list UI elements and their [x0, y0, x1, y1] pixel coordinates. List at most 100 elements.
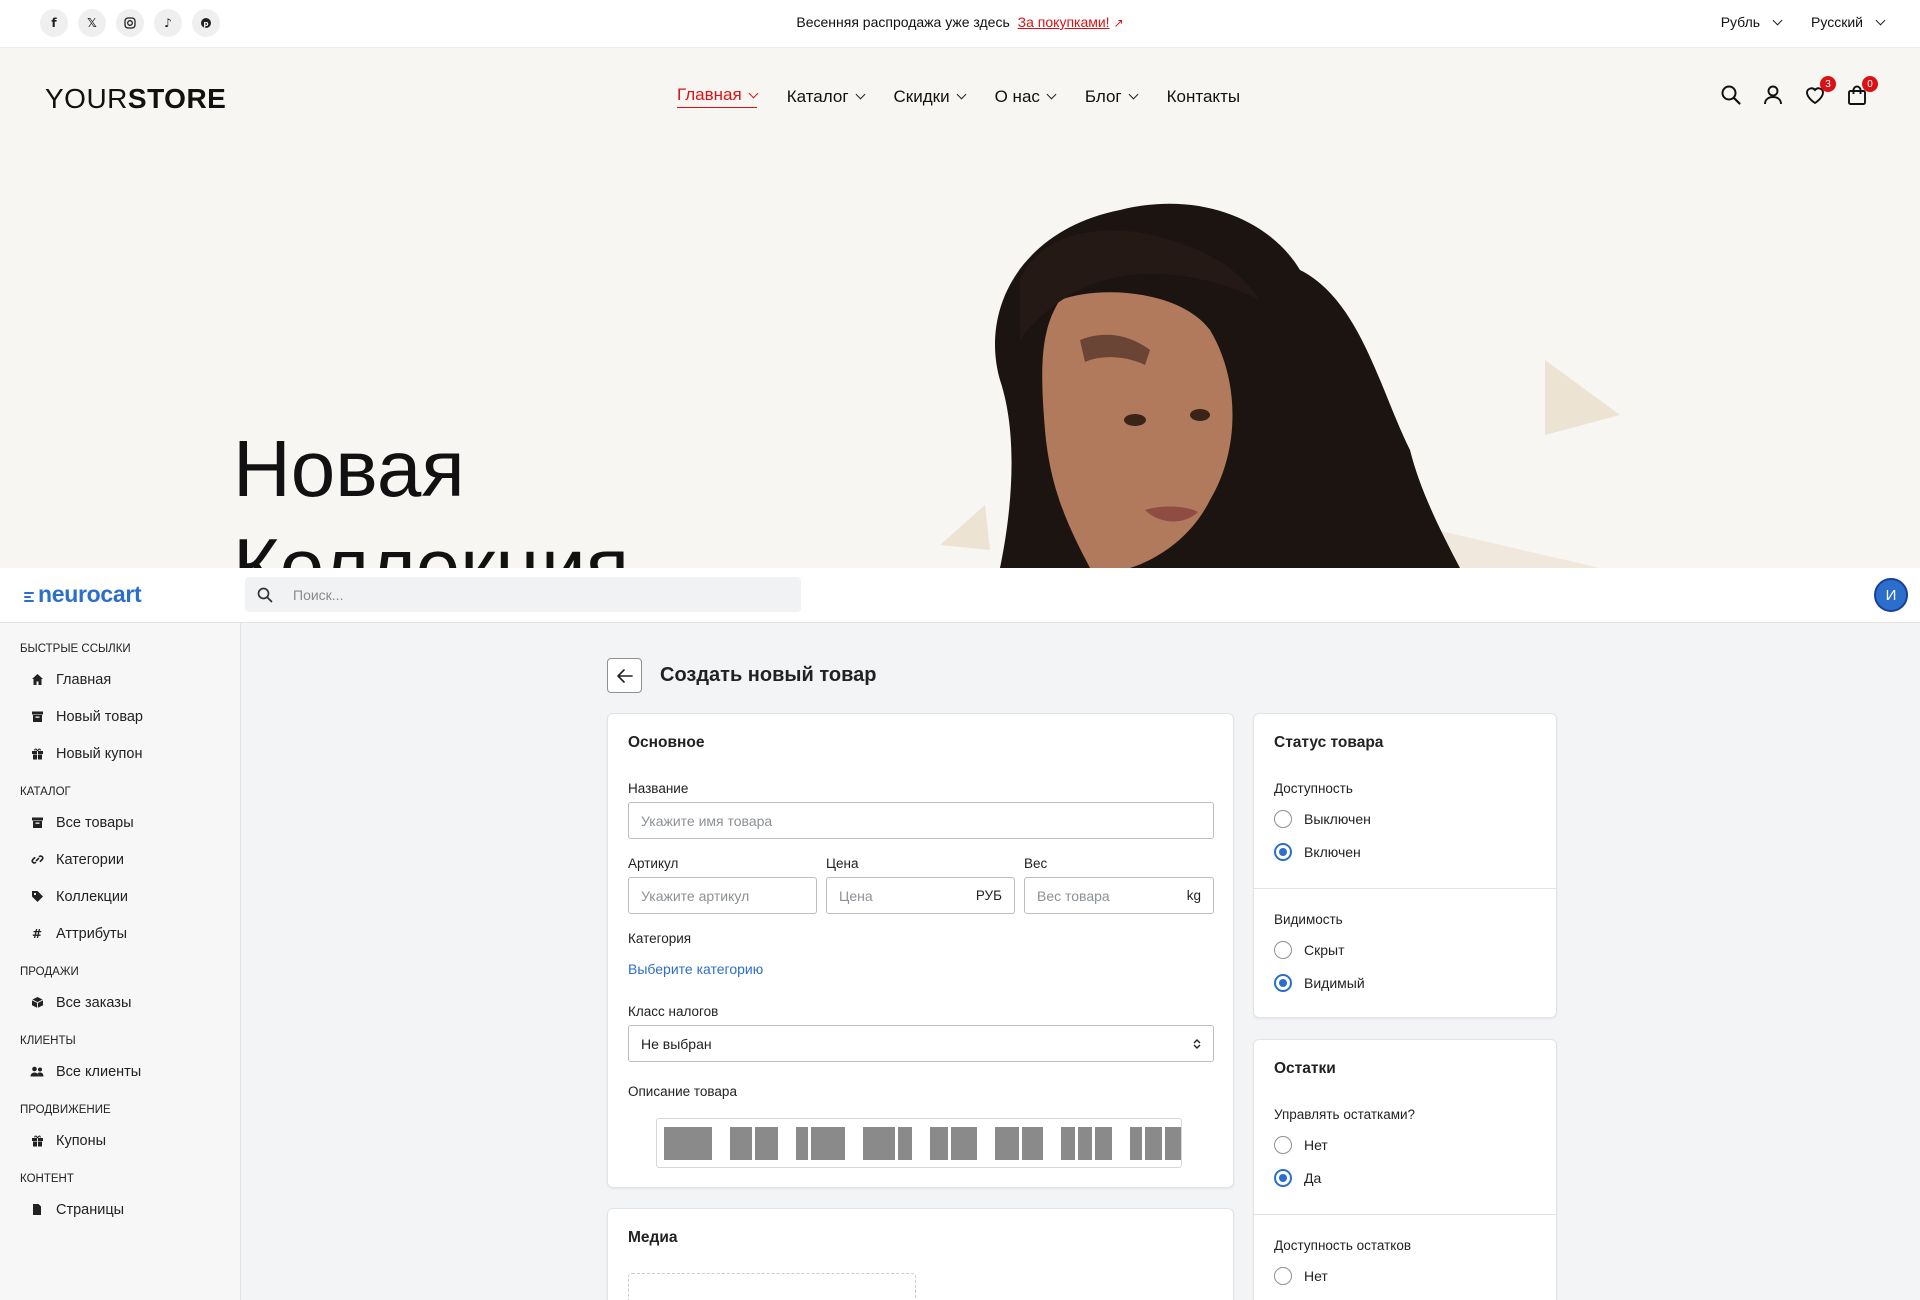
name-field — [628, 802, 1214, 839]
visibility-option-hidden[interactable]: Скрыт — [1274, 941, 1345, 959]
media-dropzone[interactable] — [628, 1273, 916, 1300]
price-input[interactable] — [839, 887, 970, 904]
hero-line-1: Новая — [233, 424, 465, 513]
radio-button — [1274, 810, 1292, 828]
sidebar-item-all-orders[interactable]: Все заказы — [0, 984, 240, 1021]
sidebar-item-all-customers[interactable]: Все клиенты — [0, 1053, 240, 1090]
stock-availability-option-no[interactable]: Нет — [1274, 1267, 1328, 1285]
select-category-link[interactable]: Выберите категорию — [628, 961, 763, 977]
general-card: Основное Название Артикул Цена РУБ Вес k… — [607, 713, 1234, 1188]
gift-icon — [30, 1134, 44, 1148]
nav-label: Контакты — [1166, 86, 1241, 106]
chevron-down-icon — [1875, 15, 1886, 25]
store-logo[interactable]: YOURSTORE — [45, 83, 226, 115]
manage-stock-option-no[interactable]: Нет — [1274, 1136, 1328, 1154]
wishlist-heart-icon[interactable]: 3 — [1804, 76, 1836, 106]
currency-select[interactable]: Рубль — [1721, 14, 1783, 30]
sidebar-item-collections[interactable]: Коллекции — [0, 878, 240, 915]
search-input[interactable] — [285, 586, 765, 603]
radio-button-checked — [1274, 1169, 1292, 1187]
locale-selectors: Рубль Русский — [1721, 14, 1886, 30]
nav-item-discounts[interactable]: Скидки — [893, 85, 967, 108]
availability-option-on[interactable]: Включен — [1274, 843, 1361, 861]
visibility-option-visible[interactable]: Видимый — [1274, 974, 1365, 992]
radio-label: Выключен — [1304, 811, 1371, 827]
radio-button-checked — [1274, 843, 1292, 861]
gift-icon — [30, 747, 44, 761]
tag-icon — [30, 890, 44, 904]
nav-item-about[interactable]: О нас — [995, 85, 1057, 108]
users-icon — [30, 1065, 44, 1079]
sidebar-item-label: Коллекции — [56, 888, 129, 905]
promo-link[interactable]: За покупками! — [1018, 14, 1110, 30]
admin-search — [245, 577, 801, 612]
sidebar-item-attributes[interactable]: # Аттрибуты — [0, 915, 240, 952]
availability-option-off[interactable]: Выключен — [1274, 810, 1371, 828]
sku-field — [628, 877, 817, 914]
status-card-title: Статус товара — [1274, 734, 1384, 751]
sidebar-item-coupons[interactable]: Купоны — [0, 1122, 240, 1159]
radio-label: Скрыт — [1304, 942, 1345, 958]
toolbar-button[interactable] — [1130, 1126, 1181, 1160]
divider — [1254, 888, 1556, 889]
weight-input[interactable] — [1037, 887, 1181, 904]
sidebar-item-pages[interactable]: Страницы — [0, 1191, 240, 1228]
page-title: Создать новый товар — [660, 664, 877, 686]
sidebar-item-home[interactable]: Главная — [0, 661, 240, 698]
radio-label: Включен — [1304, 844, 1361, 860]
store-topbar: f 𝕏 ♪ p Весенняя распродажа уже здесь За… — [0, 0, 1920, 48]
language-value: Русский — [1811, 14, 1863, 30]
nav-item-catalog[interactable]: Каталог — [787, 85, 865, 108]
toolbar-button[interactable] — [1061, 1126, 1112, 1160]
radio-label: Нет — [1304, 1137, 1328, 1153]
tax-class-value: Не выбран — [641, 1035, 712, 1052]
sidebar-section-customers: Клиенты — [20, 1035, 76, 1047]
radio-button — [1274, 1136, 1292, 1154]
nav-item-contacts[interactable]: Контакты — [1167, 85, 1240, 108]
cube-icon — [30, 996, 44, 1010]
back-button[interactable] — [607, 658, 642, 693]
availability-label: Доступность — [1274, 781, 1353, 796]
logo-bold-part: STORE — [127, 83, 227, 114]
media-card-title: Медиа — [628, 1229, 678, 1246]
user-icon[interactable] — [1762, 84, 1784, 106]
toolbar-button[interactable] — [930, 1126, 977, 1160]
search-icon[interactable] — [1720, 84, 1742, 106]
toolbar-button[interactable] — [664, 1126, 712, 1160]
nav-label: Скидки — [893, 86, 950, 106]
sidebar-item-new-coupon[interactable]: Новый купон — [0, 735, 240, 772]
link-icon — [30, 853, 44, 867]
logo-lines-icon — [24, 591, 34, 602]
header-actions: 3 0 — [1720, 76, 1878, 106]
sidebar-item-all-products[interactable]: Все товары — [0, 804, 240, 841]
toolbar-button[interactable] — [863, 1126, 912, 1160]
admin-header: neurocart И — [0, 568, 1920, 623]
archive-icon — [30, 710, 44, 724]
sku-input[interactable] — [641, 887, 804, 904]
manage-stock-option-yes[interactable]: Да — [1274, 1169, 1321, 1187]
sidebar-item-categories[interactable]: Категории — [0, 841, 240, 878]
toolbar-button[interactable] — [730, 1126, 778, 1160]
promo-text: Весенняя распродажа уже здесь — [796, 14, 1010, 30]
language-select[interactable]: Русский — [1811, 14, 1886, 30]
admin-panel: neurocart И Быстрые ссылки Главная Новый… — [0, 568, 1920, 1300]
avatar[interactable]: И — [1874, 578, 1908, 612]
hero-heading: Новая Коллекция — [233, 420, 629, 568]
sku-label: Артикул — [628, 856, 679, 871]
price-suffix: РУБ — [975, 888, 1002, 903]
radio-label: Нет — [1304, 1268, 1328, 1284]
cart-bag-icon[interactable]: 0 — [1846, 76, 1878, 106]
arrow-up-right-icon: ↗ — [1113, 16, 1124, 30]
hero-line-2: Коллекция — [233, 522, 630, 568]
weight-label: Вес — [1024, 856, 1048, 871]
sidebar-item-new-product[interactable]: Новый товар — [0, 698, 240, 735]
nav-item-blog[interactable]: Блог — [1085, 85, 1139, 108]
toolbar-button[interactable] — [995, 1126, 1043, 1160]
neurocart-logo[interactable]: neurocart — [24, 581, 142, 608]
tax-class-select[interactable]: Не выбран — [628, 1025, 1214, 1062]
name-input[interactable] — [641, 812, 1201, 829]
nav-item-home[interactable]: Главная — [677, 85, 759, 108]
radio-label: Видимый — [1304, 975, 1365, 991]
price-field: РУБ — [826, 877, 1015, 914]
toolbar-button[interactable] — [796, 1126, 845, 1160]
